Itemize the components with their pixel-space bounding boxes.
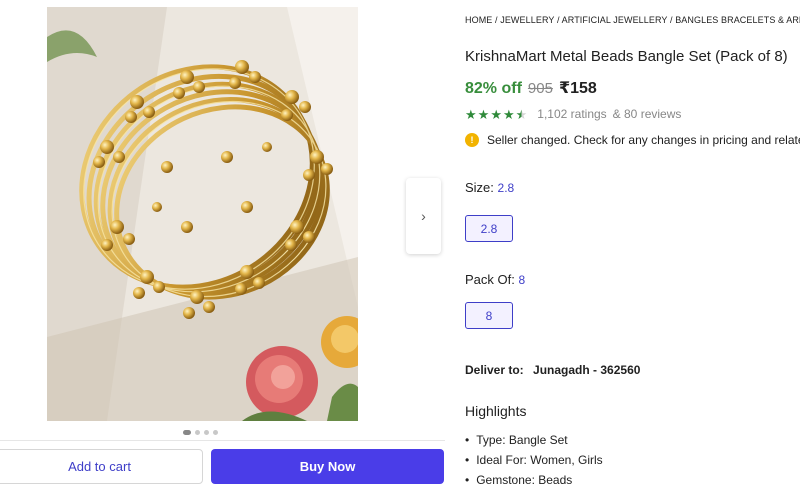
star-icon: ★ — [477, 106, 490, 122]
highlight-item: Gemstone: Beads — [465, 473, 603, 490]
breadcrumb-item[interactable]: BANGLES BRACELETS & ARMLETS — [675, 15, 800, 25]
pack-label-text: Pack Of: — [465, 272, 515, 287]
star-icon: ★ — [502, 106, 515, 122]
highlights-title: Highlights — [465, 403, 527, 419]
selling-price: ₹158 — [558, 80, 597, 97]
deliver-to-label: Deliver to: — [465, 363, 524, 377]
next-image-button[interactable]: › — [406, 178, 441, 254]
divider — [0, 440, 445, 441]
discount-percent: 82% off — [465, 80, 522, 97]
breadcrumb-separator: / — [669, 15, 673, 25]
breadcrumb-item[interactable]: HOME — [465, 15, 492, 25]
pack-option-chip[interactable]: 8 — [465, 302, 513, 329]
product-gallery: › Add to cart Buy Now — [0, 0, 445, 490]
breadcrumb-separator: / — [495, 15, 498, 25]
seller-changed-notice: ! Seller changed. Check for any changes … — [465, 133, 800, 147]
price-row: 82% off 905 ₹158 — [465, 78, 597, 98]
star-icon: ★ — [465, 106, 477, 122]
rating-stars: ★ ★ ★ ★ ★ — [465, 108, 527, 121]
reviews-count: & 80 reviews — [612, 107, 682, 121]
product-image[interactable] — [47, 7, 358, 421]
add-to-cart-button[interactable]: Add to cart — [0, 449, 203, 484]
breadcrumb: HOME / JEWELLERY / ARTIFICIAL JEWELLERY … — [465, 15, 800, 25]
notice-text: Seller changed. Check for any changes in… — [487, 133, 800, 147]
pack-selected-value: 8 — [518, 273, 526, 287]
rating-row[interactable]: ★ ★ ★ ★ ★ 1,102 ratings & 80 reviews — [465, 107, 681, 121]
carousel-dot[interactable] — [195, 430, 200, 435]
highlight-item: Ideal For: Women, Girls — [465, 453, 602, 473]
product-title: KrishnaMart Metal Beads Bangle Set (Pack… — [465, 48, 788, 65]
carousel-dot[interactable] — [183, 430, 191, 435]
breadcrumb-item[interactable]: ARTIFICIAL JEWELLERY — [562, 15, 668, 25]
size-label-text: Size: — [465, 180, 494, 195]
buy-now-button[interactable]: Buy Now — [211, 449, 444, 484]
chevron-right-icon: › — [421, 208, 426, 224]
breadcrumb-item[interactable]: JEWELLERY — [500, 15, 554, 25]
original-price: 905 — [527, 80, 553, 97]
highlights-list: Type: Bangle Set Ideal For: Women, Girls… — [465, 433, 603, 490]
size-option-chip[interactable]: 2.8 — [465, 215, 513, 242]
ratings-count: 1,102 ratings — [537, 107, 607, 121]
carousel-dot[interactable] — [213, 430, 218, 435]
pack-label: Pack Of: 8 — [465, 272, 525, 287]
star-half-icon: ★ — [515, 106, 528, 122]
star-icon: ★ — [490, 106, 502, 122]
highlight-item: Type: Bangle Set — [465, 433, 603, 453]
carousel-dot[interactable] — [204, 430, 209, 435]
delivery-location: Deliver to: Junagadh - 362560 — [465, 363, 640, 377]
image-carousel-dots — [183, 430, 218, 435]
bangles-photo — [47, 7, 358, 421]
size-selected-value: 2.8 — [497, 181, 515, 195]
info-icon: ! — [465, 133, 479, 147]
size-label: Size: 2.8 — [465, 180, 514, 195]
breadcrumb-separator: / — [556, 15, 560, 25]
delivery-location-value[interactable]: Junagadh - 362560 — [533, 363, 640, 377]
product-details: HOME / JEWELLERY / ARTIFICIAL JEWELLERY … — [465, 0, 800, 490]
